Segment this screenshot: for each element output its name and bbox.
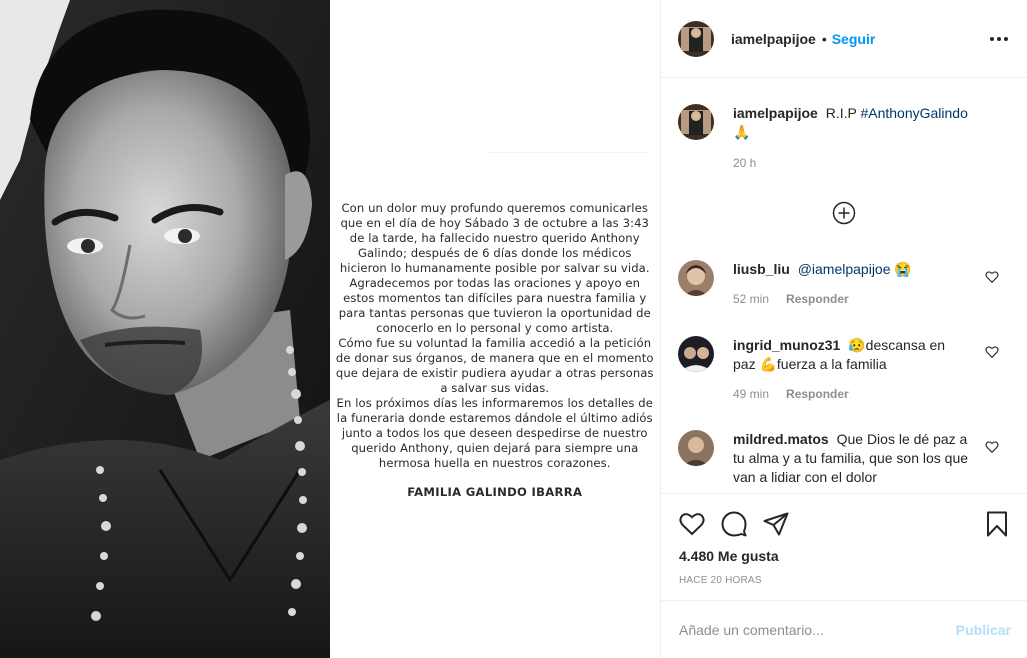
post-timestamp[interactable]: HACE 20 HORAS <box>661 564 1027 586</box>
letter-text: Con un dolor muy profundo queremos comun… <box>334 201 656 471</box>
caption-hashtag[interactable]: #AnthonyGalindo <box>860 105 967 121</box>
comment-input[interactable] <box>679 621 956 638</box>
comment-like-icon[interactable] <box>985 270 999 284</box>
share-direct-icon[interactable] <box>762 510 790 538</box>
comment-like-icon[interactable] <box>985 345 999 359</box>
post-media: Con un dolor muy profundo queremos comun… <box>0 0 661 658</box>
post-header: iamelpapijoe • Seguir <box>661 0 1027 78</box>
author-avatar[interactable] <box>678 20 714 57</box>
caption-text: iamelpapijoe R.I.P #AnthonyGalindo 🙏 20 … <box>733 104 1003 173</box>
reply-button[interactable]: Responder <box>786 290 849 309</box>
caption-time[interactable]: 20 h <box>733 154 756 173</box>
post-side-panel: iamelpapijoe • Seguir iamelpapijoe R.I.P… <box>661 0 1027 658</box>
comment-username[interactable]: liusb_liu <box>733 261 790 277</box>
comment-like-icon[interactable] <box>985 440 999 454</box>
portrait-image <box>0 0 330 658</box>
comments-section[interactable]: iamelpapijoe R.I.P #AnthonyGalindo 🙏 20 … <box>661 79 1027 493</box>
letter-divider <box>489 152 650 156</box>
comment-username[interactable]: ingrid_munoz31 <box>733 337 840 353</box>
load-more-comments-icon[interactable] <box>832 201 856 225</box>
comment-text: liusb_liu @iamelpapijoe 😭 52 min Respond… <box>733 260 963 309</box>
letter-paragraph: En los próximos días les informaremos lo… <box>336 396 653 470</box>
comment-meta: 52 min Responder <box>733 290 963 309</box>
comment-username[interactable]: mildred.matos <box>733 431 829 447</box>
save-bookmark-icon[interactable] <box>983 510 1011 538</box>
likes-count[interactable]: 4.480 Me gusta <box>661 538 1027 564</box>
comment-mention[interactable]: @iamelpapijoe <box>798 261 891 277</box>
like-heart-icon[interactable] <box>678 510 706 538</box>
letter-paragraph: Con un dolor muy profundo queremos comun… <box>339 201 650 275</box>
comment-time[interactable]: 49 min <box>733 385 769 404</box>
caption-meta: 20 h <box>733 154 1003 173</box>
comment-text: ingrid_munoz31 😥descansa en paz 💪fuerza … <box>733 336 963 404</box>
letter-signature: FAMILIA GALINDO IBARRA <box>407 485 583 499</box>
separator-dot: • <box>821 30 827 47</box>
letter-paragraph: Cómo fue su voluntad la familia accedió … <box>335 336 654 395</box>
reply-button[interactable]: Responder <box>786 385 849 404</box>
add-comment-bar: Publicar <box>661 600 1027 658</box>
commenter-avatar[interactable] <box>678 260 714 296</box>
post-actions: 4.480 Me gusta HACE 20 HORAS <box>661 493 1027 586</box>
post-caption: iamelpapijoe R.I.P #AnthonyGalindo 🙏 20 … <box>678 104 1023 173</box>
caption-username[interactable]: iamelpapijoe <box>733 105 818 121</box>
comment-text: mildred.matos Que Dios le dé paz a tu al… <box>733 430 971 487</box>
commenter-avatar[interactable] <box>678 430 714 466</box>
author-username[interactable]: iamelpapijoe <box>731 31 816 47</box>
comment-meta: 49 min Responder <box>733 385 963 404</box>
comment-time[interactable]: 52 min <box>733 290 769 309</box>
instagram-post: Con un dolor muy profundo queremos comun… <box>0 0 1027 658</box>
publish-button[interactable]: Publicar <box>956 622 1011 638</box>
comment-item: ingrid_munoz31 😥descansa en paz 💪fuerza … <box>678 336 1023 404</box>
comment-bubble-icon[interactable] <box>720 510 748 538</box>
action-bar <box>661 494 1027 538</box>
comment-item: mildred.matos Que Dios le dé paz a tu al… <box>678 430 1023 487</box>
comment-item: liusb_liu @iamelpapijoe 😭 52 min Respond… <box>678 260 1023 309</box>
commenter-avatar[interactable] <box>678 336 714 372</box>
more-options-icon[interactable] <box>987 27 1011 51</box>
caption-emoji: 🙏 <box>733 124 751 140</box>
post-photo <box>0 0 330 658</box>
follow-button[interactable]: Seguir <box>832 31 876 47</box>
letter-paragraph: Agradecemos por todas las oraciones y ap… <box>338 276 651 335</box>
comment-body: 😭 <box>894 261 912 277</box>
post-letter-image: Con un dolor muy profundo queremos comun… <box>329 0 660 658</box>
caption-avatar[interactable] <box>678 104 714 140</box>
caption-body: R.I.P <box>825 105 857 121</box>
